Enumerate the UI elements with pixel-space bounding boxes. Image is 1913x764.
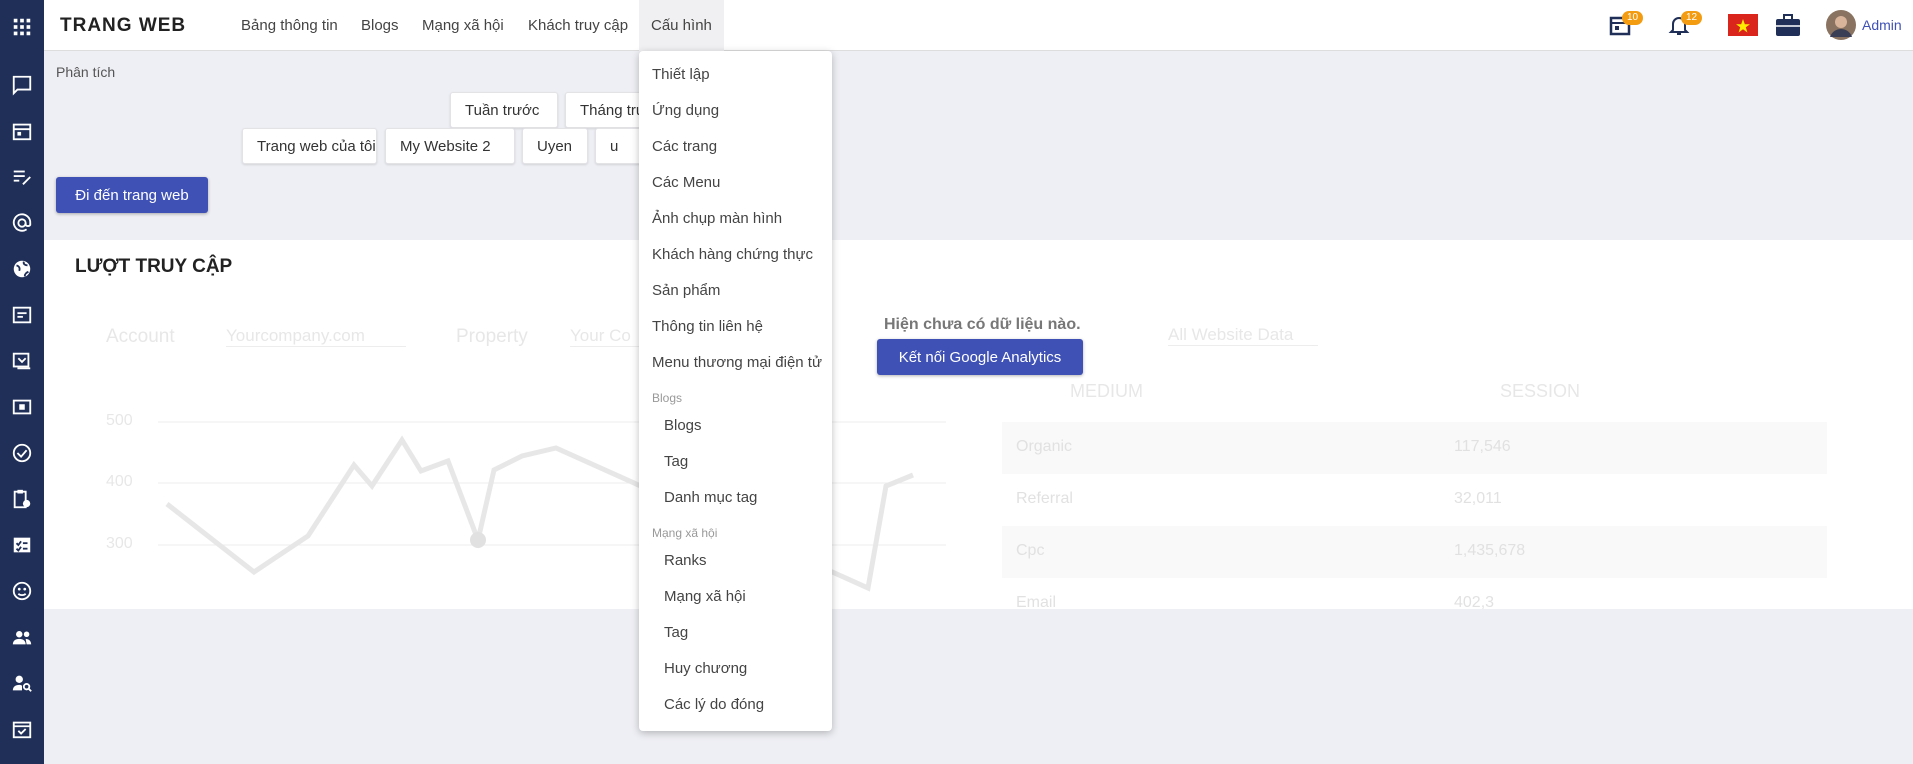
menu-item-close-reasons[interactable]: Các lý do đóng: [664, 696, 764, 713]
menu-item-blogs[interactable]: Blogs: [664, 417, 702, 434]
table-cell: 117,546: [1454, 438, 1511, 455]
chat-icon[interactable]: [0, 65, 44, 105]
calendar-check-icon[interactable]: [0, 709, 44, 749]
card-title: LƯỢT TRUY CẬP: [75, 256, 233, 277]
brand-title: TRANG WEB: [60, 15, 187, 36]
check-circle-icon[interactable]: [0, 433, 44, 473]
article-icon[interactable]: [0, 295, 44, 335]
menu-item-apps[interactable]: Ứng dụng: [652, 102, 719, 119]
calendar-icon[interactable]: 10: [1608, 11, 1644, 42]
connect-google-analytics-button[interactable]: Kết nối Google Analytics: [877, 339, 1083, 375]
checklist-icon[interactable]: [0, 525, 44, 565]
sidebar: [0, 0, 44, 764]
notification-badge: 12: [1681, 11, 1703, 25]
globe-icon[interactable]: [0, 249, 44, 289]
menu-item-blog-tag[interactable]: Tag: [664, 453, 688, 470]
nav-dashboard[interactable]: Bảng thông tin: [241, 17, 338, 34]
briefcase-icon[interactable]: [1774, 12, 1802, 43]
menu-section-blogs: Blogs: [652, 391, 683, 405]
nav-blogs[interactable]: Blogs: [361, 17, 399, 34]
table-row: Email 402,3: [1002, 578, 1827, 630]
avatar[interactable]: [1826, 10, 1856, 45]
menu-item-products[interactable]: Sản phẩm: [652, 282, 720, 299]
config-dropdown-menu: Thiết lập Ứng dụng Các trang Các Menu Ản…: [639, 51, 832, 731]
clipboard-clock-icon[interactable]: [0, 479, 44, 519]
go-to-website-button[interactable]: Đi đến trang web: [56, 177, 208, 213]
table-cell: 32,011: [1454, 490, 1502, 507]
user-search-icon[interactable]: [0, 663, 44, 703]
col-header-session: SESSION: [1500, 381, 1581, 401]
calendar-badge: 10: [1622, 11, 1644, 25]
edit-list-icon[interactable]: [0, 157, 44, 197]
chip-last-week[interactable]: Tuần trước: [450, 92, 558, 128]
chip-uyen[interactable]: Uyen: [522, 128, 588, 164]
nav-social[interactable]: Mạng xã hội: [422, 17, 504, 34]
menu-item-contact-info[interactable]: Thông tin liên hệ: [652, 318, 763, 335]
user-name[interactable]: Admin: [1862, 17, 1902, 33]
visits-card: LƯỢT TRUY CẬP Account Yourcompany.com Pr…: [44, 240, 1913, 611]
chip-my-website[interactable]: Trang web của tôi: [242, 128, 377, 164]
at-sign-icon[interactable]: [0, 203, 44, 243]
menu-item-menus[interactable]: Các Menu: [652, 174, 720, 191]
menu-item-testimonials[interactable]: Khách hàng chứng thực: [652, 246, 813, 263]
table-row: Organic 117,546: [1002, 422, 1827, 474]
page-title: Phân tích: [56, 64, 116, 80]
vietnam-flag-icon[interactable]: [1728, 14, 1758, 41]
table-cell: Referral: [1016, 490, 1073, 507]
menu-item-pages[interactable]: Các trang: [652, 138, 717, 155]
calendar-icon[interactable]: [0, 111, 44, 151]
bell-icon[interactable]: 12: [1667, 11, 1703, 42]
smiley-icon[interactable]: [0, 571, 44, 611]
col-header-medium: MEDIUM: [1070, 381, 1143, 401]
menu-item-ranks[interactable]: Ranks: [664, 552, 707, 569]
placeholder-table-panel: All Website Data MEDIUM SESSION Organic …: [988, 308, 1870, 611]
money-icon[interactable]: [0, 387, 44, 427]
menu-item-screenshots[interactable]: Ảnh chụp màn hình: [652, 210, 782, 227]
view-select: All Website Data: [1168, 325, 1318, 346]
main-content: Phân tích Tuần trước Tháng trước Trang w…: [44, 52, 1913, 611]
chip-my-website-2[interactable]: My Website 2: [385, 128, 515, 164]
top-bar: TRANG WEB Bảng thông tin Blogs Mạng xã h…: [44, 0, 1913, 51]
table-cell: 1,435,678: [1454, 542, 1526, 559]
menu-item-social[interactable]: Mạng xã hội: [664, 588, 746, 605]
table-cell: 402,3: [1454, 594, 1495, 611]
table-cell: Email: [1016, 594, 1057, 611]
menu-item-badges[interactable]: Huy chương: [664, 660, 747, 677]
nav-config[interactable]: Cấu hình: [639, 0, 724, 51]
table-cell: Cpc: [1016, 542, 1045, 559]
menu-section-social: Mạng xã hội: [652, 526, 718, 540]
users-icon[interactable]: [0, 617, 44, 657]
apps-grid-icon[interactable]: [0, 7, 44, 47]
table-cell: Organic: [1016, 438, 1073, 455]
menu-item-settings[interactable]: Thiết lập: [652, 66, 710, 83]
no-data-message: Hiện chưa có dữ liệu nào.: [884, 316, 1081, 333]
table-row: Cpc 1,435,678: [1002, 526, 1827, 578]
menu-item-social-tag[interactable]: Tag: [664, 624, 688, 641]
sales-icon[interactable]: [0, 341, 44, 381]
table-row: Referral 32,011: [1002, 474, 1827, 526]
menu-item-ecommerce-menu[interactable]: Menu thương mại điện tử: [652, 354, 822, 371]
menu-item-tag-categories[interactable]: Danh mục tag: [664, 489, 757, 506]
nav-visitors[interactable]: Khách truy cập: [528, 17, 628, 34]
